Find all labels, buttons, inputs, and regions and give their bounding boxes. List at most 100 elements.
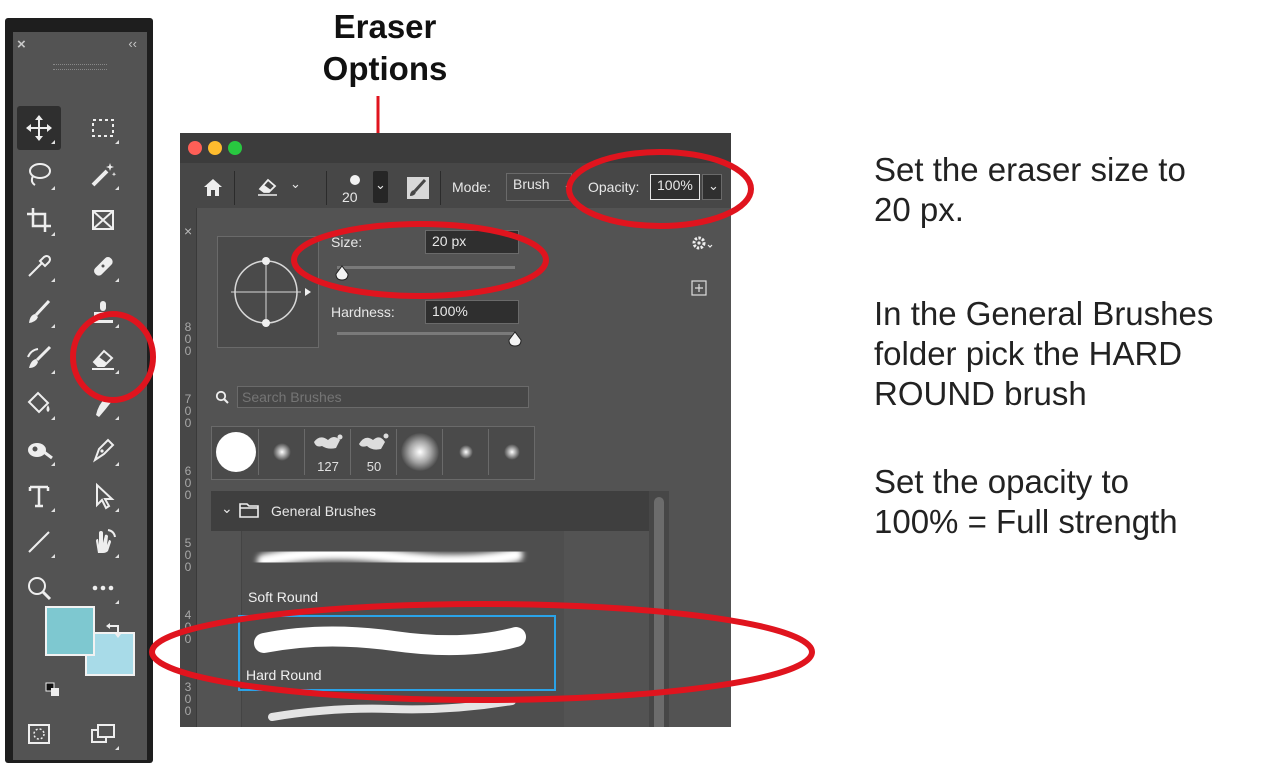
type-tool[interactable]: [17, 474, 61, 518]
opacity-field[interactable]: 100%: [650, 174, 700, 200]
magic-wand-tool[interactable]: [81, 152, 125, 196]
instruction-opacity-line1: Set the opacity to: [874, 463, 1129, 500]
hardness-value: 100%: [432, 303, 468, 319]
tip-label: 127: [317, 459, 339, 474]
eyedropper-tool[interactable]: [17, 244, 61, 288]
brush-tip-preview[interactable]: [217, 236, 319, 348]
recent-brush-tip[interactable]: [398, 429, 443, 475]
history-brush-tool[interactable]: [17, 336, 61, 380]
close-window-button[interactable]: [188, 141, 202, 155]
tools-panel-body: × ‹‹: [13, 32, 147, 760]
recent-brush-tip[interactable]: 127: [306, 429, 351, 475]
more-tools[interactable]: [81, 566, 125, 610]
soft-round-stroke-preview: [257, 545, 523, 569]
quick-mask[interactable]: [17, 712, 61, 756]
size-label: Size:: [331, 234, 363, 250]
soft-round-large-tip-icon: [401, 433, 439, 471]
panel-grip[interactable]: [53, 64, 107, 70]
window-titlebar: [180, 133, 731, 163]
healing-tool[interactable]: [81, 244, 125, 288]
rectangle-marquee-icon: [92, 119, 114, 137]
frame-tool[interactable]: [81, 198, 125, 242]
type-icon: [28, 485, 50, 508]
recent-brush-tip[interactable]: [490, 429, 534, 475]
ellipsis-icon: [92, 585, 114, 591]
opacity-dropdown[interactable]: ⌄: [702, 174, 722, 200]
chevron-down-icon: ⌄: [290, 176, 301, 191]
brush-tool[interactable]: [17, 290, 61, 334]
close-icon[interactable]: ×: [184, 223, 192, 239]
collapse-icon[interactable]: ‹‹: [128, 36, 137, 51]
recent-brush-tip[interactable]: [260, 429, 305, 475]
tool-preset-picker[interactable]: ⌄: [256, 173, 310, 201]
brush-settings-icon[interactable]: [406, 176, 430, 200]
screen-mode-icon: [91, 724, 115, 743]
gear-icon[interactable]: [691, 234, 713, 252]
new-preset-icon[interactable]: [691, 280, 707, 296]
paint-bucket-tool[interactable]: [17, 382, 61, 426]
search-brushes-input[interactable]: [237, 386, 529, 408]
options-bar: ⌄ 20 ⌄ Mode: Brush ⌄ Opacity: 100% ⌄: [180, 163, 731, 214]
brush-item-next[interactable]: [242, 695, 560, 727]
default-colors-icon[interactable]: [45, 682, 61, 698]
pen-tool[interactable]: [81, 428, 125, 472]
opacity-label: Opacity:: [588, 179, 640, 195]
move-tool[interactable]: [17, 106, 61, 150]
photoshop-window: ⌄ 20 ⌄ Mode: Brush ⌄ Opacity: 100% ⌄ × 8…: [180, 133, 731, 727]
recent-brush-tip[interactable]: [214, 429, 259, 475]
ruler-digit: 0: [184, 344, 192, 358]
opacity-value: 100%: [657, 177, 693, 193]
path-select-tool[interactable]: [81, 474, 125, 518]
general-brushes-folder[interactable]: ⌄ General Brushes: [211, 491, 649, 531]
brush-size-preview[interactable]: 20: [340, 169, 370, 209]
zoom-window-button[interactable]: [228, 141, 242, 155]
hand-tool[interactable]: [81, 520, 125, 564]
smudge-tool[interactable]: [81, 382, 125, 426]
lasso-icon: [29, 163, 51, 186]
ruler-digit: 0: [184, 416, 192, 430]
hardness-field[interactable]: 100%: [425, 300, 519, 324]
brush-dot-icon: [350, 175, 360, 185]
eraser-icon: [258, 178, 277, 196]
instruction-brush-line1: In the General Brushes: [874, 295, 1214, 332]
close-icon[interactable]: ×: [17, 36, 26, 53]
recent-brush-tip[interactable]: [444, 429, 489, 475]
line-icon: [28, 531, 50, 553]
brush-picker-toggle[interactable]: ⌄: [373, 171, 388, 203]
instruction-brush: In the General Brushes folder pick the H…: [874, 294, 1268, 414]
swap-colors-icon[interactable]: [105, 622, 123, 640]
recent-brushes: 127 50: [211, 426, 535, 480]
crop-tool[interactable]: [17, 198, 61, 242]
dodge-icon: [28, 443, 53, 460]
foreground-color-swatch[interactable]: [45, 606, 95, 656]
minimize-window-button[interactable]: [208, 141, 222, 155]
screen-mode[interactable]: [81, 712, 125, 756]
instruction-size-line1: Set the eraser size to: [874, 151, 1186, 188]
size-slider[interactable]: [335, 265, 515, 281]
brush-item-hard-round[interactable]: Hard Round: [238, 615, 556, 691]
lasso-tool[interactable]: [17, 152, 61, 196]
bandage-icon: [94, 257, 113, 276]
scrollbar-thumb[interactable]: [654, 497, 664, 727]
brush-item-soft-round[interactable]: Soft Round: [242, 531, 560, 611]
dodge-tool[interactable]: [17, 428, 61, 472]
callout-title-line1: Eraser: [333, 8, 437, 45]
callout-title-line2: Options: [322, 50, 448, 87]
mode-select[interactable]: Brush ⌄: [506, 173, 574, 201]
recent-brush-tip[interactable]: 50: [352, 429, 397, 475]
soft-round-small-tip-icon: [504, 444, 520, 460]
chevron-down-icon: ⌄: [221, 500, 233, 516]
eraser-tool[interactable]: [81, 336, 125, 380]
chevron-down-icon: ⌄: [375, 177, 386, 192]
hardness-slider[interactable]: [337, 331, 522, 347]
marquee-tool[interactable]: [81, 106, 125, 150]
size-field[interactable]: 20 px: [425, 230, 519, 254]
line-tool[interactable]: [17, 520, 61, 564]
rotate-hand-icon: [96, 529, 116, 553]
stamp-tool[interactable]: [81, 290, 125, 334]
zoom-tool[interactable]: [17, 566, 61, 610]
brush-list-scrollbar[interactable]: [649, 491, 669, 727]
brush-preset-picker: Size: 20 px Hardness: 100% Search Brushe…: [196, 208, 731, 727]
home-icon[interactable]: [202, 177, 224, 197]
tip-label: 50: [366, 459, 382, 474]
